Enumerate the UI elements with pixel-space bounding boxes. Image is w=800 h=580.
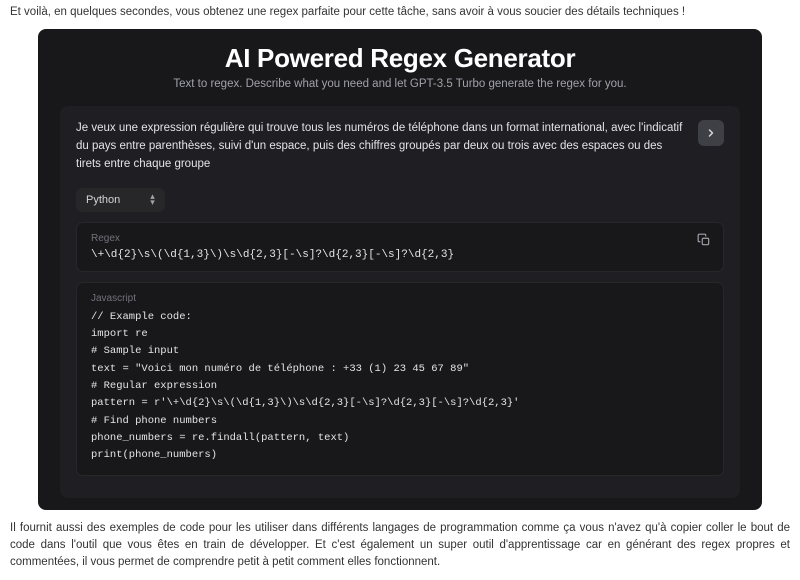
regex-value: \+\d{2}\s\(\d{1,3}\)\s\d{2,3}[-\s]?\d{2,… [91, 249, 709, 261]
app-screenshot: AI Powered Regex Generator Text to regex… [38, 29, 762, 509]
code-label: Javascript [91, 293, 709, 304]
regex-output-card: Regex \+\d{2}\s\(\d{1,3}\)\s\d{2,3}[-\s]… [76, 222, 724, 272]
regex-label: Regex [91, 233, 709, 244]
chevron-updown-icon: ▴▾ [150, 194, 155, 205]
prompt-input[interactable]: Je veux une expression régulière qui tro… [76, 120, 688, 173]
copy-icon [697, 233, 711, 247]
copy-button[interactable] [697, 233, 711, 250]
chevron-right-icon [705, 127, 717, 139]
code-block: // Example code: import re # Sample inpu… [91, 309, 709, 465]
language-select[interactable]: Python ▴▾ [76, 188, 165, 212]
language-value: Python [86, 194, 120, 206]
article-outro: Il fournit aussi des exemples de code po… [0, 516, 800, 576]
app-subtitle: Text to regex. Describe what you need an… [60, 78, 740, 90]
submit-button[interactable] [698, 120, 724, 146]
generator-card: Je veux une expression régulière qui tro… [60, 106, 740, 497]
code-output-card: Javascript // Example code: import re # … [76, 282, 724, 476]
article-intro: Et voilà, en quelques secondes, vous obt… [0, 0, 800, 25]
prompt-row: Je veux une expression régulière qui tro… [76, 120, 724, 173]
app-title: AI Powered Regex Generator [60, 43, 740, 74]
